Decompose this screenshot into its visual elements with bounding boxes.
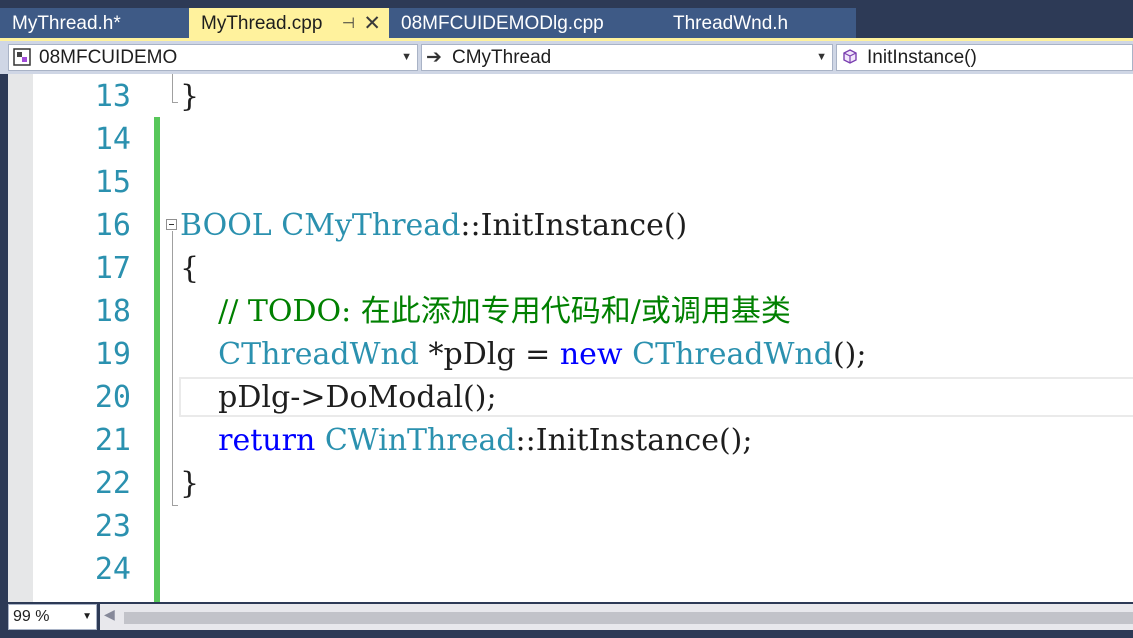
chevron-down-icon[interactable]: ▼ — [401, 45, 412, 70]
code-token: CWinThread — [324, 423, 516, 458]
project-icon — [13, 45, 33, 70]
line-number: 16 — [94, 208, 131, 243]
code-text[interactable]: CThreadWnd *pDlg = new CThreadWnd(); — [180, 333, 866, 376]
line-number: 15 — [94, 165, 131, 200]
zoom-level: 99 % — [13, 608, 50, 625]
tab-label: ThreadWnd.h — [673, 13, 789, 34]
line-number: 21 — [94, 423, 131, 458]
code-token: { — [180, 251, 200, 286]
code-token: } — [180, 79, 200, 114]
code-token: ::InitInstance() — [460, 208, 688, 243]
member-dropdown[interactable]: InitInstance() — [836, 44, 1133, 71]
line-number: 22 — [94, 466, 131, 501]
line-number: 14 — [94, 122, 131, 157]
line-number: 23 — [94, 509, 131, 544]
code-token: CMyThread — [281, 208, 461, 243]
code-line[interactable]: 21 return CWinThread::InitInstance(); — [8, 419, 1133, 462]
tab-label: MyThread.cpp — [201, 13, 323, 34]
tab-threadwnd-h[interactable]: ThreadWnd.h — [662, 8, 856, 39]
code-line[interactable]: 18 // TODO: 在此添加专用代码和/或调用基类 — [8, 290, 1133, 333]
code-token: } — [180, 466, 200, 501]
arrow-right-icon: ➔ — [426, 47, 442, 68]
chevron-down-icon[interactable]: ▼ — [82, 605, 92, 629]
line-number: 19 — [94, 337, 131, 372]
chevron-down-icon[interactable]: ▼ — [816, 45, 827, 70]
code-text[interactable]: BOOL CMyThread::InitInstance() — [180, 204, 687, 247]
project-name: 08MFCUIDEMO — [39, 47, 178, 68]
code-line[interactable]: 14 — [8, 118, 1133, 161]
tab-label: 08MFCUIDEMODlg.cpp — [401, 13, 604, 34]
code-text[interactable]: pDlg->DoModal(); — [180, 376, 497, 419]
tab-mythread-h[interactable]: MyThread.h* — [0, 8, 189, 39]
line-number: 24 — [94, 552, 131, 587]
code-editor[interactable]: 13} 14 15 16 BOOL CMyThread::InitInstance() 1… — [8, 74, 1133, 602]
code-line[interactable]: 13} — [8, 75, 1133, 118]
navigation-bar: 08MFCUIDEMO ▼ ➔ CMyThread ▼ InitInstance… — [0, 41, 1133, 74]
pin-icon[interactable]: ⊣ — [342, 8, 355, 39]
code-text[interactable]: } — [180, 462, 199, 505]
code-token: return — [218, 423, 316, 458]
tab-mythread-cpp[interactable]: MyThread.cpp ⊣ ✕ — [189, 8, 389, 39]
code-token: (); — [832, 337, 867, 372]
code-token: *pDlg = — [419, 337, 560, 372]
code-line[interactable]: 24 — [8, 548, 1133, 591]
code-line[interactable]: 22} — [8, 462, 1133, 505]
code-line[interactable]: 23 — [8, 505, 1133, 548]
scrollbar-thumb[interactable] — [124, 612, 1133, 624]
code-token: CThreadWnd — [632, 337, 833, 372]
project-dropdown[interactable]: 08MFCUIDEMO ▼ — [8, 44, 418, 71]
code-line[interactable]: 20 pDlg->DoModal(); — [8, 376, 1133, 419]
class-dropdown[interactable]: ➔ CMyThread ▼ — [421, 44, 833, 71]
code-text[interactable]: // TODO: 在此添加专用代码和/或调用基类 — [180, 290, 791, 333]
document-tab-bar: MyThread.h* MyThread.cpp ⊣ ✕ 08MFCUIDEMO… — [0, 0, 1133, 41]
method-cube-icon — [841, 45, 859, 70]
horizontal-scrollbar[interactable]: ◀ — [100, 604, 1133, 630]
editor-bottom-bar: 99 % ▼ ◀ — [0, 602, 1133, 638]
code-token: // TODO: 在此添加专用代码和/或调用基类 — [180, 294, 791, 329]
code-token: CThreadWnd — [218, 337, 419, 372]
line-number: 13 — [94, 79, 131, 114]
zoom-dropdown[interactable]: 99 % ▼ — [8, 604, 97, 630]
code-token: new — [559, 337, 623, 372]
code-token: BOOL — [180, 208, 272, 243]
close-icon[interactable]: ✕ — [363, 8, 381, 39]
tab-label: MyThread.h* — [12, 13, 121, 34]
code-token: pDlg->DoModal(); — [180, 380, 497, 415]
code-token: ::InitInstance(); — [515, 423, 753, 458]
code-text[interactable]: } — [180, 75, 199, 118]
code-text[interactable]: { — [180, 247, 199, 290]
code-line[interactable]: 16 BOOL CMyThread::InitInstance() — [8, 204, 1133, 247]
code-line[interactable]: 15 — [8, 161, 1133, 204]
code-text[interactable]: return CWinThread::InitInstance(); — [180, 419, 753, 462]
tab-08mfcuidemodlg-cpp[interactable]: 08MFCUIDEMODlg.cpp — [389, 8, 662, 39]
line-number: 18 — [94, 294, 131, 329]
scroll-left-icon[interactable]: ◀ — [104, 607, 115, 623]
code-line[interactable]: 19 CThreadWnd *pDlg = new CThreadWnd(); — [8, 333, 1133, 376]
class-name: CMyThread — [452, 47, 552, 68]
line-number: 17 — [94, 251, 131, 286]
member-name: InitInstance() — [867, 47, 977, 68]
code-line[interactable]: 17 { — [8, 247, 1133, 290]
line-number: 20 — [94, 380, 131, 415]
